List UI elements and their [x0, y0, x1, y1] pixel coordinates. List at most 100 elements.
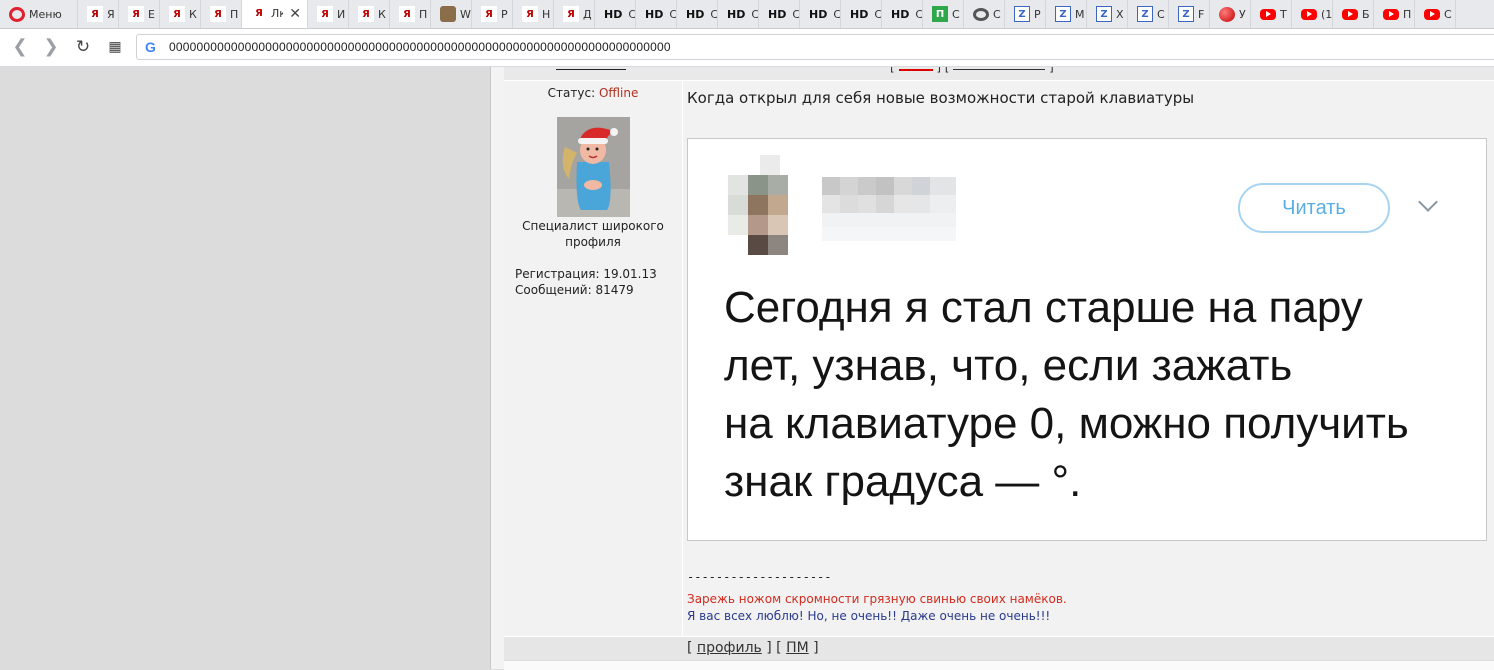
browser-tab[interactable]: Я [78, 0, 119, 28]
browser-tab[interactable]: Б [1333, 0, 1374, 28]
browser-tab[interactable]: С [1415, 0, 1456, 28]
profile-link[interactable]: профиль [697, 640, 762, 656]
tab-title: Меню [29, 7, 62, 21]
tab-title: Б [1362, 7, 1370, 21]
browser-tab[interactable]: Д [554, 0, 595, 28]
meme-image[interactable]: Читать Сегодня я стал старше на пару лет… [687, 138, 1487, 541]
tab-title: С [952, 7, 960, 21]
browser-tab[interactable]: К [349, 0, 390, 28]
z-icon: Z [1014, 6, 1030, 22]
yaplakal-icon [317, 6, 333, 22]
tab-title: П [1403, 7, 1412, 21]
browser-tab[interactable]: Е [119, 0, 160, 28]
yaplakal-icon [87, 6, 103, 22]
browser-tab[interactable]: П [390, 0, 431, 28]
browser-tab[interactable]: HD С [882, 0, 923, 28]
browser-tab[interactable]: (1 [1292, 0, 1333, 28]
pm-link[interactable]: ПМ [786, 640, 809, 656]
browser-tab[interactable]: HD С [595, 0, 636, 28]
opera-logo-icon [9, 6, 25, 22]
browser-tab[interactable]: Н [513, 0, 554, 28]
tab-title: М [1075, 7, 1085, 21]
forward-arrow-icon[interactable]: ❯ [41, 37, 61, 57]
browser-tab[interactable]: HD С [718, 0, 759, 28]
read-button[interactable]: Читать [1238, 183, 1390, 233]
hd-icon: HD [850, 7, 869, 21]
reload-icon[interactable]: ↻ [73, 37, 93, 57]
browser-tab[interactable]: К [160, 0, 201, 28]
browser-tab[interactable]: W [431, 0, 472, 28]
browser-tab[interactable]: HD С [636, 0, 677, 28]
tab-bar: МенюЯЕКПЛк✕ИКПWРНДHDСHDСHDСHDСHDСHDСHDСH… [0, 0, 1494, 29]
tab-title: У [1239, 7, 1246, 21]
tab-title: С [915, 8, 922, 21]
tab-title: С [874, 8, 881, 21]
meme-line: Сегодня я стал старше на пару [724, 283, 1363, 332]
tab-title: Д [583, 7, 592, 21]
active-tab[interactable]: Лк ✕ [242, 0, 308, 28]
browser-tab[interactable]: ZМ [1046, 0, 1087, 28]
tab-title: W [460, 7, 471, 21]
tab-title: И [337, 7, 346, 21]
browser-tab[interactable]: П [201, 0, 242, 28]
yaplakal-icon [169, 6, 185, 22]
browser-tab[interactable]: ZF [1169, 0, 1210, 28]
browser-tab[interactable]: HD С [800, 0, 841, 28]
tab-title: Р [501, 7, 508, 21]
tab-title: С [1444, 7, 1452, 21]
hd-icon: HD [645, 7, 664, 21]
address-bar[interactable]: G 00000000000000000000000000000000000000… [136, 34, 1494, 60]
tab-title: П [419, 7, 428, 21]
author-stats: Регистрация: 19.01.13 Сообщений: 81479 [515, 266, 657, 298]
meme-line: знак градуса — °. [724, 457, 1082, 506]
meme-text: Сегодня я стал старше на пару лет, узнав… [724, 279, 1464, 511]
url-text[interactable]: 0000000000000000000000000000000000000000… [169, 40, 671, 54]
opera-menu-button[interactable]: Меню [0, 0, 78, 28]
youtube-icon [1383, 8, 1399, 20]
z-icon: Z [1137, 6, 1153, 22]
browser-tab[interactable]: HD С [841, 0, 882, 28]
browser-tab[interactable]: HD С [759, 0, 800, 28]
gear-icon [973, 7, 989, 21]
tab-title: К [378, 7, 386, 21]
meme-line: на клавиатуре 0, можно получить [724, 399, 1409, 448]
author-rank: Специалист широкого профиля [522, 219, 664, 249]
browser-tab[interactable]: П [1374, 0, 1415, 28]
tab-title: С [833, 8, 840, 21]
speed-dial-grid-icon[interactable]: ▦ [105, 37, 125, 57]
tab-title: (1 [1321, 7, 1332, 21]
post-footer: [ профиль ] [ ПМ ] [504, 636, 1494, 660]
tab-title: С [792, 8, 799, 21]
z-icon: Z [1055, 6, 1071, 22]
tab-title: П [230, 7, 239, 21]
yaplakal-icon [128, 6, 144, 22]
hd-icon: HD [686, 7, 705, 21]
browser-tab[interactable]: Т [1251, 0, 1292, 28]
tab-title: F [1198, 7, 1205, 21]
bracket-close: ] [813, 640, 819, 656]
avatar[interactable] [557, 117, 630, 217]
address-toolbar: ❮ ❯ ↻ ▦ G 000000000000000000000000000000… [0, 29, 1494, 67]
previous-post-links: [ ] [ ] [890, 67, 1054, 74]
close-tab-icon[interactable]: ✕ [289, 6, 301, 22]
browser-tab[interactable]: HD С [677, 0, 718, 28]
red-ball-icon [1219, 6, 1235, 22]
browser-tab[interactable]: Р [472, 0, 513, 28]
yaplakal-icon [481, 6, 497, 22]
browser-tab[interactable]: ПС [923, 0, 964, 28]
youtube-icon [1424, 8, 1440, 20]
browser-tab[interactable]: С [964, 0, 1005, 28]
browser-tab[interactable]: ZР [1005, 0, 1046, 28]
post-text: Когда открыл для себя новые возможности … [687, 89, 1195, 107]
browser-tab[interactable]: У [1210, 0, 1251, 28]
chevron-down-icon[interactable] [1418, 192, 1438, 212]
yaplakal-icon [522, 6, 538, 22]
browser-tab[interactable]: ZС [1128, 0, 1169, 28]
back-arrow-icon[interactable]: ❮ [10, 37, 30, 57]
author-panel: Статус: Offline Специалист широкого проф… [504, 81, 683, 636]
tab-title: С [993, 7, 1001, 21]
browser-tab[interactable]: И [308, 0, 349, 28]
author-status: Статус: Offline [504, 86, 682, 100]
browser-tab[interactable]: ZХ [1087, 0, 1128, 28]
youtube-icon [1301, 8, 1317, 20]
